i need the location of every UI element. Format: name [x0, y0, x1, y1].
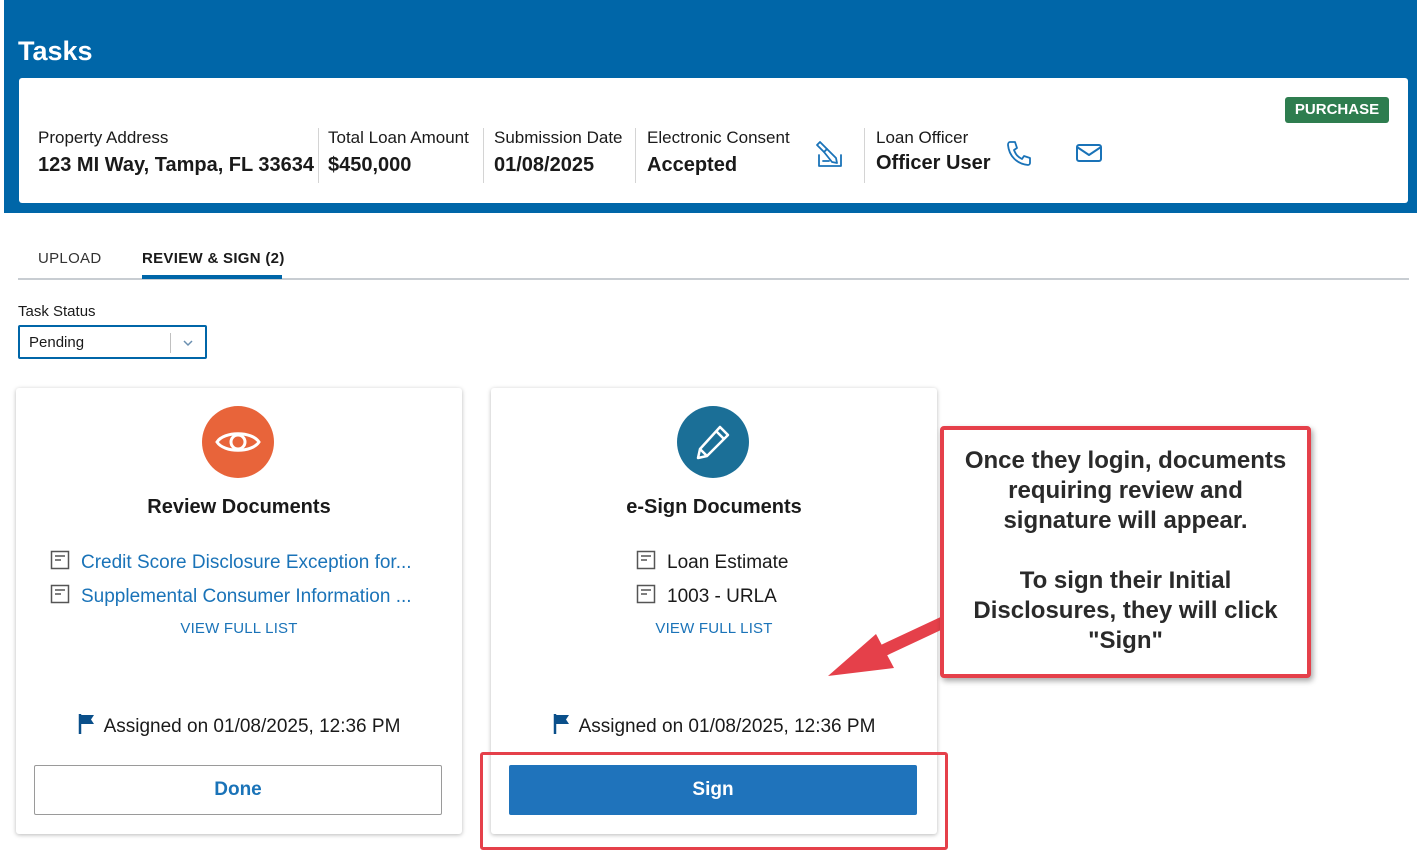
loan-type-badge: PURCHASE [1285, 97, 1389, 123]
card-title: e-Sign Documents [626, 496, 802, 518]
card-title: Review Documents [147, 496, 331, 518]
document-icon [50, 550, 70, 576]
electronic-consent-field: Electronic Consent Accepted [647, 128, 790, 177]
signature-pen-icon[interactable] [811, 136, 847, 172]
annotation-arrow-icon [828, 616, 950, 676]
divider [483, 128, 484, 183]
envelope-icon[interactable] [1071, 135, 1107, 171]
property-address-field: Property Address 123 MI Way, Tampa, FL 3… [38, 128, 314, 177]
tab-bar: UPLOAD REVIEW & SIGN (2) [18, 246, 1409, 280]
select-separator [170, 333, 171, 353]
callout-text-1: Once they login, documents requiring rev… [964, 447, 1287, 534]
callout-spacer [954, 536, 1297, 566]
electronic-consent-label: Electronic Consent [647, 128, 790, 147]
eye-icon [202, 406, 274, 478]
property-address-value: 123 MI Way, Tampa, FL 33634 [38, 154, 315, 176]
assigned-info: Assigned on 01/08/2025, 12:36 PM [491, 713, 937, 741]
tab-upload[interactable]: UPLOAD [38, 250, 102, 267]
pencil-icon [677, 406, 749, 478]
electronic-consent-value: Accepted [647, 154, 738, 176]
property-address-label: Property Address [38, 128, 169, 147]
document-icon [636, 550, 656, 576]
tab-review-sign[interactable]: REVIEW & SIGN (2) [142, 250, 285, 267]
document-name: 1003 - URLA [667, 586, 777, 607]
submission-date-value: 01/08/2025 [494, 154, 595, 176]
phone-icon[interactable] [1001, 135, 1037, 171]
divider [318, 128, 319, 183]
document-item[interactable]: 1003 - URLA [636, 584, 777, 610]
callout-text-2: To sign their Initial Disclosures, they … [973, 567, 1278, 654]
flag-icon [78, 713, 96, 741]
loan-officer-label: Loan Officer [876, 128, 969, 147]
task-status-value: Pending [29, 334, 85, 351]
document-icon [636, 584, 656, 610]
page-title: Tasks [18, 36, 93, 66]
assigned-info: Assigned on 01/08/2025, 12:36 PM [16, 713, 462, 741]
task-status-label: Task Status [18, 303, 96, 320]
document-icon [50, 584, 70, 610]
loan-amount-value: $450,000 [328, 154, 412, 176]
sign-button-highlight [480, 752, 948, 850]
annotation-callout: Once they login, documents requiring rev… [940, 426, 1311, 678]
loan-officer-value: Officer User [876, 152, 991, 174]
submission-date-label: Submission Date [494, 128, 623, 147]
document-link[interactable]: Credit Score Disclosure Exception for... [81, 552, 412, 574]
view-full-list-link[interactable]: VIEW FULL LIST [16, 620, 462, 637]
review-documents-card: Review Documents Credit Score Disclosure… [16, 388, 462, 834]
loan-amount-field: Total Loan Amount $450,000 [328, 128, 469, 177]
loan-summary-card: PURCHASE Property Address 123 MI Way, Ta… [19, 78, 1408, 203]
document-item[interactable]: Supplemental Consumer Information ... [50, 584, 412, 610]
chevron-down-icon [180, 333, 196, 358]
divider [635, 128, 636, 183]
document-link[interactable]: Supplemental Consumer Information ... [81, 586, 412, 608]
divider [864, 128, 865, 183]
assigned-text: Assigned on 01/08/2025, 12:36 PM [103, 716, 401, 737]
task-status-select[interactable]: Pending [18, 325, 207, 359]
loan-officer-field: Loan Officer Officer User [876, 128, 991, 175]
document-item[interactable]: Credit Score Disclosure Exception for... [50, 550, 412, 576]
assigned-text: Assigned on 01/08/2025, 12:36 PM [578, 716, 876, 737]
document-item[interactable]: Loan Estimate [636, 550, 788, 576]
document-name: Loan Estimate [667, 552, 789, 573]
flag-icon [553, 713, 571, 741]
submission-date-field: Submission Date 01/08/2025 [494, 128, 623, 177]
done-button[interactable]: Done [34, 765, 442, 815]
loan-amount-label: Total Loan Amount [328, 128, 469, 147]
active-tab-indicator [142, 275, 282, 279]
